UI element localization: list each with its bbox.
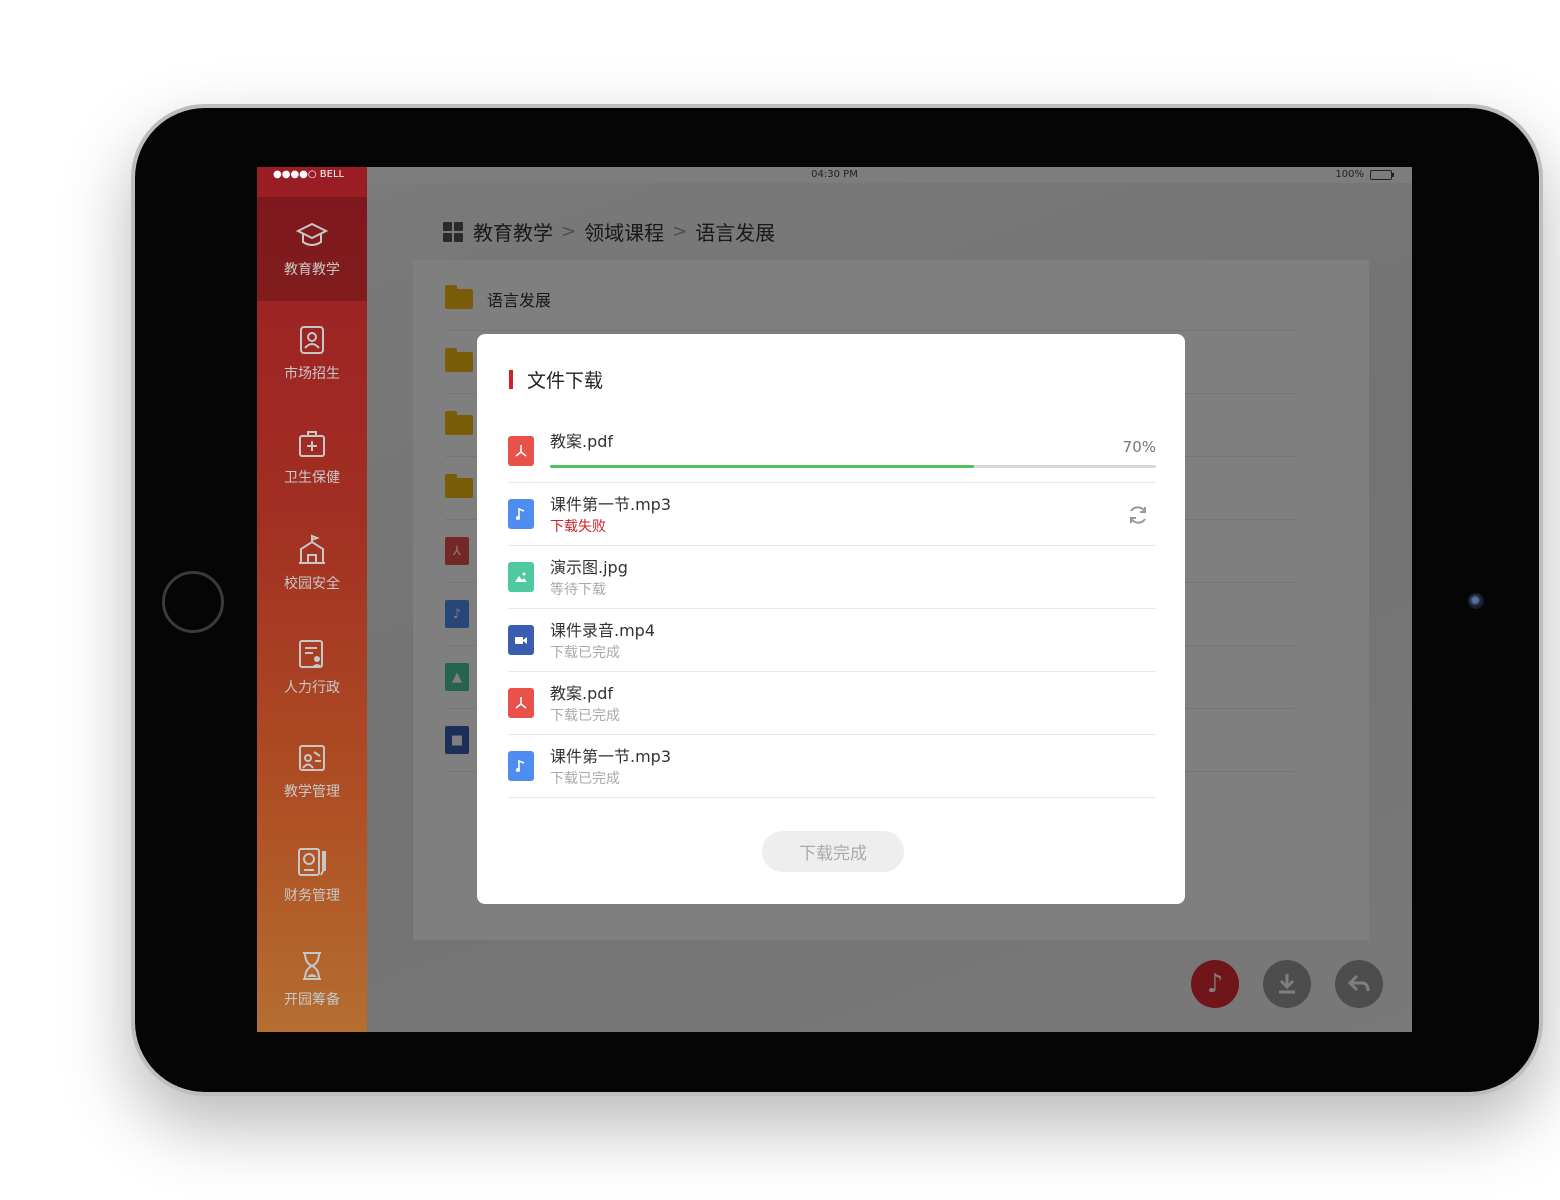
file-name: 演示图.jpg <box>550 558 628 577</box>
download-status: 等待下载 <box>550 582 606 598</box>
clock: 04:30 PM <box>811 169 858 180</box>
battery-icon <box>1370 169 1394 180</box>
audio-file-icon <box>508 499 534 529</box>
download-status: 下载已完成 <box>550 645 620 661</box>
download-item[interactable]: 课件第一节.mp3 下载失败 <box>508 483 1156 546</box>
video-file-icon <box>508 625 534 655</box>
audio-file-icon <box>508 751 534 781</box>
download-item[interactable]: 教案.pdf 下载已完成 <box>508 672 1156 735</box>
download-item[interactable]: 教案.pdf 70% <box>508 420 1156 483</box>
file-name: 课件录音.mp4 <box>550 621 656 640</box>
progress-bar <box>550 465 1156 468</box>
file-name: 课件第一节.mp3 <box>550 747 672 766</box>
download-list: 教案.pdf 70% 课件第一节.mp3 下载失败 演示图.jpg 等待下载 课… <box>508 420 1156 798</box>
pdf-file-icon <box>508 436 534 466</box>
download-dialog: 文件下载 教案.pdf 70% 课件第一节.mp3 下载失败 演示图.jpg 等… <box>477 334 1185 904</box>
download-status: 下载已完成 <box>550 708 620 724</box>
status-bar: ●●●●○ BELL 04:30 PM 100% <box>257 167 1412 183</box>
file-name: 教案.pdf <box>550 684 614 703</box>
battery-indicator: 100% <box>1335 169 1394 180</box>
camera-icon <box>1468 593 1484 609</box>
image-file-icon <box>508 562 534 592</box>
tablet-screen: 教育教学 市场招生 卫生保健 校园安全 人力行政 教学管理 财务管理 开园筹备 <box>257 167 1412 1032</box>
download-status: 下载失败 <box>550 519 606 535</box>
progress-percent: 70% <box>1122 438 1156 456</box>
download-status: 下载已完成 <box>550 771 620 787</box>
dialog-title-text: 文件下载 <box>527 370 604 392</box>
title-accent-bar <box>509 370 513 389</box>
retry-icon[interactable] <box>1126 503 1150 527</box>
download-complete-button[interactable]: 下载完成 <box>762 831 904 872</box>
download-item[interactable]: 课件第一节.mp3 下载已完成 <box>508 735 1156 798</box>
pdf-file-icon <box>508 688 534 718</box>
download-item[interactable]: 课件录音.mp4 下载已完成 <box>508 609 1156 672</box>
battery-percent: 100% <box>1335 169 1364 180</box>
progress-fill <box>550 465 975 468</box>
file-name: 教案.pdf <box>550 432 614 451</box>
home-button[interactable] <box>162 571 224 633</box>
file-name: 课件第一节.mp3 <box>550 495 672 514</box>
sidebar-dim-overlay <box>257 167 367 1032</box>
dialog-title: 文件下载 <box>509 366 603 393</box>
download-item[interactable]: 演示图.jpg 等待下载 <box>508 546 1156 609</box>
